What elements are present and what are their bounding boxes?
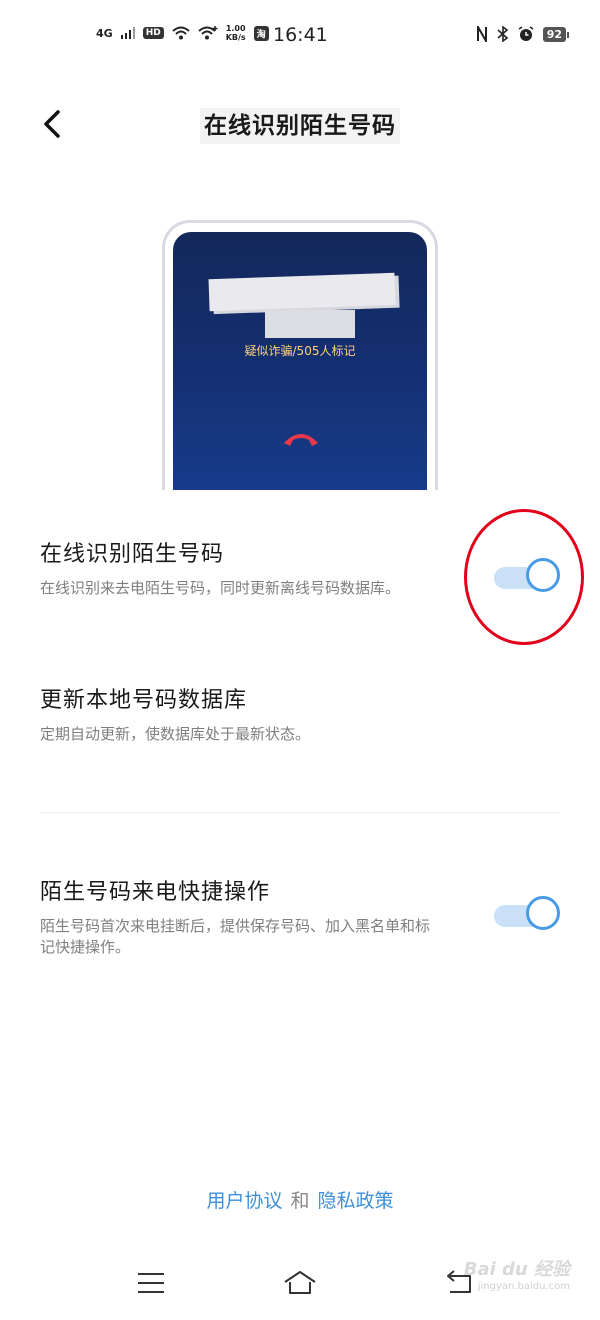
menu-icon <box>138 1273 164 1293</box>
and-text: 和 <box>290 1190 310 1212</box>
privacy-policy-link[interactable]: 隐私政策 <box>318 1190 394 1212</box>
setting-description: 在线识别来去电陌生号码，同时更新离线号码数据库。 <box>40 579 401 597</box>
footer-links: 用户协议和隐私政策 <box>0 1186 600 1213</box>
home-nav-button[interactable] <box>282 1268 318 1298</box>
phone-illustration: 疑似诈骗/505人标记 <box>162 220 438 490</box>
online-identify-toggle[interactable] <box>494 558 560 598</box>
redacted-number <box>208 272 396 312</box>
redacted-location <box>265 310 355 338</box>
network-type: 4G <box>96 26 113 40</box>
watermark: Bai du 经验 jingyan.baidu.com <box>464 1255 570 1292</box>
setting-title: 在线识别陌生号码 <box>40 542 225 567</box>
page-title: 在线识别陌生号码 <box>200 108 400 144</box>
clock: 16:41 <box>273 24 328 46</box>
incoming-call-screen: 疑似诈骗/505人标记 <box>173 232 427 490</box>
taobao-icon: 淘 <box>253 25 269 41</box>
setting-quick-actions: 陌生号码来电快捷操作 陌生号码首次来电挂断后，提供保存号码、加入黑名单和标记快捷… <box>40 874 560 958</box>
bluetooth-icon <box>497 26 508 42</box>
watermark-brand: Bai du 经验 <box>463 1259 570 1280</box>
section-divider <box>40 812 560 813</box>
battery-indicator: 92 <box>542 26 570 42</box>
status-bar: 4G HD 1.00 KB/s 淘 16:41 92 <box>0 22 600 52</box>
setting-description: 陌生号码首次来电挂断后，提供保存号码、加入黑名单和标记快捷操作。 <box>40 917 431 956</box>
chevron-left-icon <box>44 110 60 138</box>
network-speed: 1.00 KB/s <box>226 24 246 42</box>
watermark-url: jingyan.baidu.com <box>477 1281 570 1292</box>
quick-actions-toggle[interactable] <box>494 896 560 936</box>
setting-title: 陌生号码来电快捷操作 <box>40 880 271 905</box>
signal-icon <box>120 27 135 39</box>
status-bar-left: 4G HD 1.00 KB/s 淘 <box>96 24 269 42</box>
menu-nav-button[interactable] <box>133 1268 169 1298</box>
wifi-plus-icon <box>198 26 218 40</box>
toggle-knob <box>526 896 560 930</box>
user-agreement-link[interactable]: 用户协议 <box>206 1190 282 1212</box>
home-icon <box>284 1271 316 1294</box>
hd-badge: HD <box>142 27 164 39</box>
caller-tag: 疑似诈骗/505人标记 <box>244 344 356 358</box>
speed-value: 1.00 <box>225 24 246 33</box>
status-bar-right: 92 <box>476 26 570 42</box>
hangup-icon <box>284 434 318 446</box>
wifi-icon <box>172 26 190 40</box>
alarm-icon <box>518 26 534 41</box>
setting-online-identify: 在线识别陌生号码 在线识别来去电陌生号码，同时更新离线号码数据库。 <box>40 536 560 599</box>
setting-title: 更新本地号码数据库 <box>40 688 248 713</box>
setting-description: 定期自动更新，使数据库处于最新状态。 <box>40 725 311 743</box>
back-button[interactable] <box>38 108 70 140</box>
setting-update-database[interactable]: 更新本地号码数据库 定期自动更新，使数据库处于最新状态。 <box>40 682 560 745</box>
nfc-icon <box>476 26 487 42</box>
toggle-knob <box>526 558 560 592</box>
speed-unit: KB/s <box>225 33 246 42</box>
